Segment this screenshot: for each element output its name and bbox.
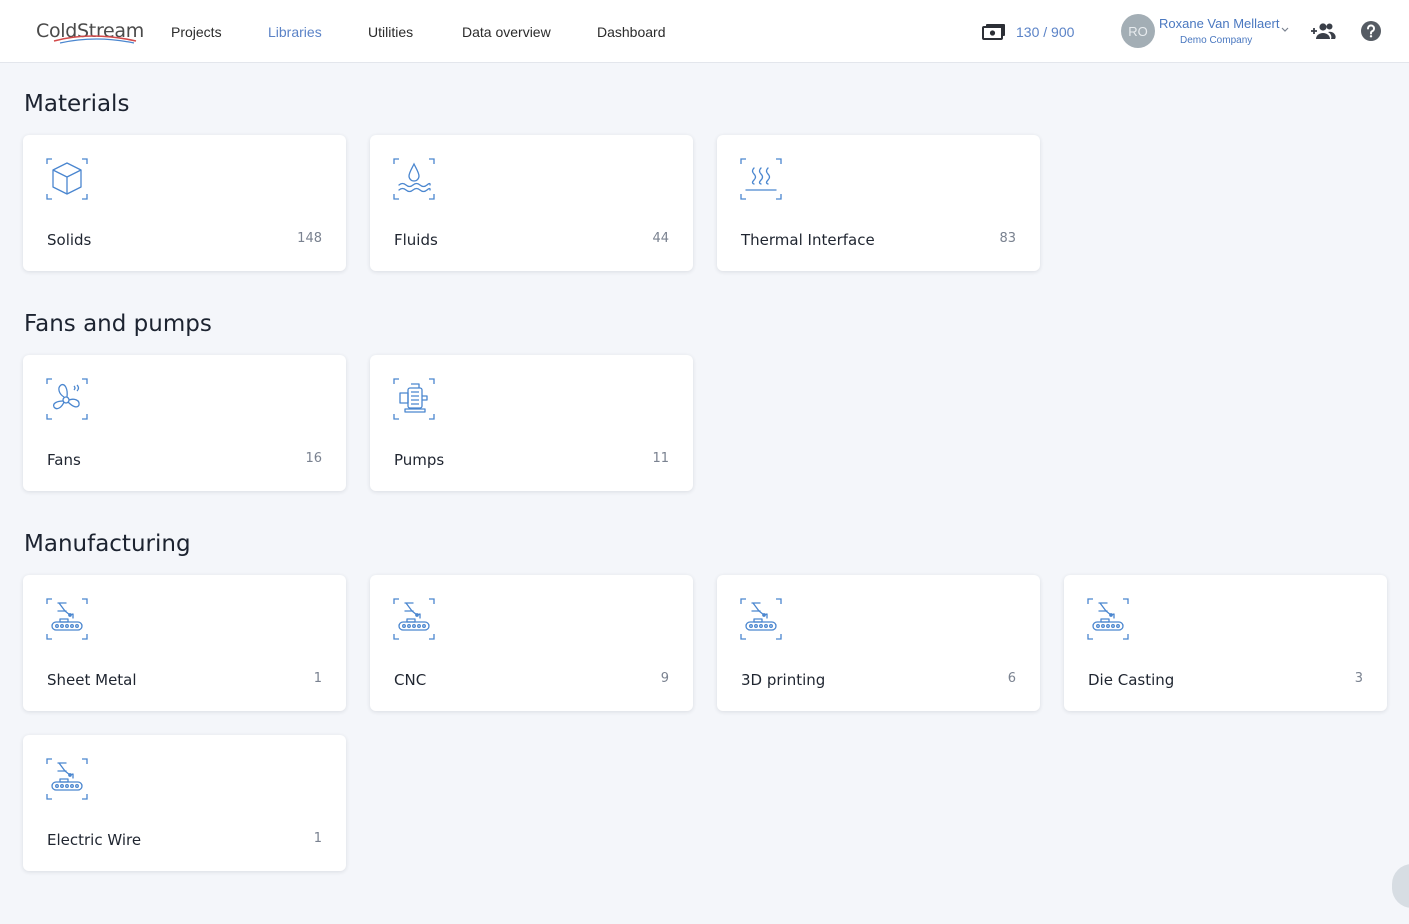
nav-utilities[interactable]: Utilities [368,24,413,40]
library-card-fans[interactable]: Fans 16 [23,355,346,491]
section-title-materials: Materials [24,91,130,117]
card-label: Pumps [394,451,445,469]
credits-text: 130 / 900 [1016,24,1075,40]
library-card-pumps[interactable]: Pumps 11 [370,355,693,491]
card-label: CNC [394,671,427,689]
library-card-thermal-interface[interactable]: Thermal Interface 83 [717,135,1040,271]
nav-libraries[interactable]: Libraries [268,24,322,40]
avatar[interactable]: RO [1121,14,1155,48]
card-label: Solids [47,231,92,249]
robot-arm-icon [1087,598,1129,640]
library-card-cnc[interactable]: CNC 9 [370,575,693,711]
user-company: Demo Company [1180,35,1253,46]
card-count: 148 [297,231,322,246]
card-label: Sheet Metal [47,671,137,689]
library-card-fluids[interactable]: Fluids 44 [370,135,693,271]
card-count: 11 [652,451,669,466]
add-user-icon[interactable] [1310,20,1336,42]
pump-icon [393,378,435,420]
robot-arm-icon [46,758,88,800]
card-label: Fans [47,451,81,469]
card-count: 16 [305,451,322,466]
credits-indicator[interactable]: 130 / 900 [982,22,1074,42]
card-label: Electric Wire [47,831,142,849]
nav-data-overview[interactable]: Data overview [462,24,551,40]
card-count: 44 [652,231,669,246]
top-navigation-bar: ColdStream Projects Libraries Utilities … [0,0,1409,63]
library-card-3d-printing[interactable]: 3D printing 6 [717,575,1040,711]
card-count: 9 [660,671,669,686]
nav-dashboard[interactable]: Dashboard [597,24,666,40]
robot-arm-icon [46,598,88,640]
card-count: 83 [999,231,1016,246]
user-name[interactable]: Roxane Van Mellaert [1159,16,1279,31]
section-title-manufacturing: Manufacturing [24,531,191,557]
library-card-die-casting[interactable]: Die Casting 3 [1064,575,1387,711]
help-icon[interactable] [1360,20,1382,42]
card-count: 3 [1354,671,1363,686]
section-title-fans-and-pumps: Fans and pumps [24,311,212,337]
card-count: 6 [1007,671,1016,686]
robot-arm-icon [740,598,782,640]
library-card-electric-wire[interactable]: Electric Wire 1 [23,735,346,871]
library-card-sheet-metal[interactable]: Sheet Metal 1 [23,575,346,711]
nav-projects[interactable]: Projects [171,24,222,40]
floating-help-button[interactable] [1392,864,1409,908]
card-count: 1 [313,671,322,686]
chevron-down-icon[interactable] [1280,26,1290,34]
library-card-solids[interactable]: Solids 148 [23,135,346,271]
logo-swoosh-icon [53,35,137,44]
card-label: 3D printing [741,671,826,689]
cube-icon [46,158,88,200]
coldstream-logo[interactable]: ColdStream [36,18,144,48]
card-count: 1 [313,831,322,846]
fan-icon [46,378,88,420]
card-label: Fluids [394,231,438,249]
card-label: Die Casting [1088,671,1175,689]
heat-icon [740,158,782,200]
card-label: Thermal Interface [741,231,875,249]
droplet-icon [393,158,435,200]
money-icon [982,24,1005,40]
robot-arm-icon [393,598,435,640]
